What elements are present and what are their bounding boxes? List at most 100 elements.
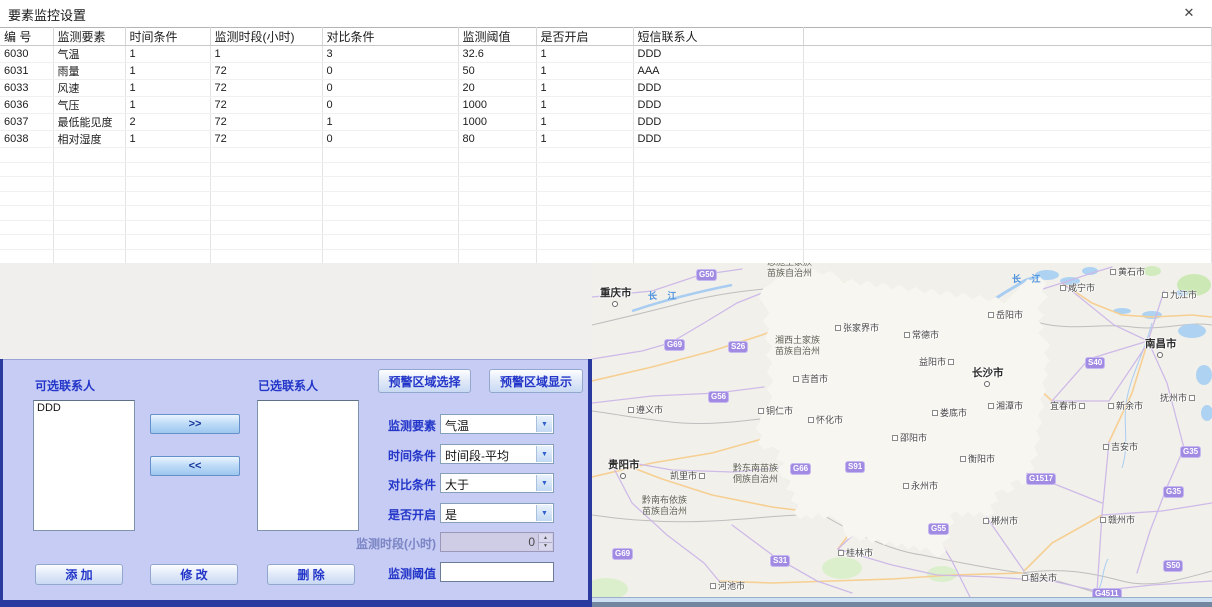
- add-button[interactable]: 添 加: [35, 564, 123, 585]
- road-badge: S26: [728, 341, 748, 353]
- page-title: 要素监控设置: [8, 5, 86, 24]
- river-label: 长 江: [648, 289, 681, 302]
- time-condition-select[interactable]: 时间段-平均 ▼: [440, 444, 554, 464]
- compare-condition-select[interactable]: 大于 ▼: [440, 473, 554, 493]
- city-marker-icon: [793, 376, 799, 382]
- column-header[interactable]: 短信联系人: [633, 28, 803, 46]
- move-left-button[interactable]: <<: [150, 456, 240, 476]
- city-dot-icon: [1157, 352, 1163, 358]
- map-city-label: 九江市: [1162, 288, 1197, 301]
- warning-area-show-button[interactable]: 预警区域显示: [489, 369, 583, 393]
- compare-condition-label: 对比条件: [337, 476, 436, 493]
- title-bar: 要素监控设置 ✕: [0, 0, 1212, 26]
- column-header[interactable]: 编 号: [0, 28, 53, 46]
- element-select[interactable]: 气温 ▼: [440, 414, 554, 434]
- city-marker-icon: [835, 325, 841, 331]
- road-badge: G66: [790, 463, 811, 475]
- table-row[interactable]: 6037最低能见度272110001DDD: [0, 114, 1212, 131]
- close-icon[interactable]: ✕: [1180, 4, 1198, 22]
- enabled-select[interactable]: 是 ▼: [440, 503, 554, 523]
- list-item[interactable]: DDD: [34, 402, 134, 415]
- modify-button[interactable]: 修 改: [150, 564, 238, 585]
- table-row[interactable]: [0, 220, 1212, 235]
- chevron-down-icon[interactable]: ▼: [536, 416, 552, 432]
- settings-panel: 可选联系人 已选联系人 DDD >> << 预警区域选择 预警区域显示 监测要素…: [0, 359, 592, 601]
- map-city-label: 桂林市: [838, 546, 873, 559]
- city-marker-icon: [1022, 575, 1028, 581]
- table-row[interactable]: [0, 249, 1212, 264]
- table-row[interactable]: 6036气压172010001DDD: [0, 97, 1212, 114]
- city-marker-icon: [758, 408, 764, 414]
- column-header[interactable]: [803, 28, 1212, 46]
- map-city-label: 吉安市: [1103, 440, 1138, 453]
- map-city-label: 新余市: [1108, 399, 1143, 412]
- map-city-label: 岳阳市: [988, 308, 1023, 321]
- chevron-down-icon[interactable]: ▼: [536, 446, 552, 462]
- panel-left-border: [0, 359, 3, 607]
- city-marker-icon: [838, 550, 844, 556]
- road-badge: G69: [664, 339, 685, 351]
- column-header[interactable]: 对比条件: [322, 28, 458, 46]
- map-city-label: 贵阳市: [608, 457, 640, 479]
- city-marker-icon: [948, 359, 954, 365]
- chevron-down-icon[interactable]: ▼: [536, 505, 552, 521]
- column-header[interactable]: 监测要素: [53, 28, 125, 46]
- river-label: 长 江: [1012, 272, 1045, 285]
- city-marker-icon: [1108, 403, 1114, 409]
- move-right-button[interactable]: >>: [150, 414, 240, 434]
- table-row[interactable]: [0, 162, 1212, 177]
- road-badge: G35: [1163, 486, 1184, 498]
- threshold-input[interactable]: [440, 562, 554, 582]
- map-city-label: 铜仁市: [758, 404, 793, 417]
- table-row[interactable]: [0, 206, 1212, 221]
- table-header-row: 编 号监测要素时间条件监测时段(小时)对比条件监测阈值是否开启短信联系人: [0, 28, 1212, 46]
- map-city-label: 黄石市: [1110, 265, 1145, 278]
- column-header[interactable]: 是否开启: [536, 28, 633, 46]
- map-city-label: 长沙市: [972, 365, 1004, 387]
- city-marker-icon: [988, 403, 994, 409]
- period-spinner: 0 ▲ ▼: [440, 532, 554, 552]
- road-badge: G50: [696, 269, 717, 281]
- table-row[interactable]: 6038相对湿度1720801DDD: [0, 131, 1212, 148]
- warning-area-select-button[interactable]: 预警区域选择: [378, 369, 471, 393]
- period-label: 监测时段(小时): [337, 535, 436, 552]
- table-row[interactable]: [0, 177, 1212, 192]
- map-city-label: 娄底市: [932, 406, 967, 419]
- map-area-label: 黔南布依族苗族自治州: [642, 495, 687, 517]
- contacts-available-listbox[interactable]: DDD: [33, 400, 135, 531]
- city-marker-icon: [699, 473, 705, 479]
- city-marker-icon: [1100, 517, 1106, 523]
- city-marker-icon: [628, 407, 634, 413]
- map[interactable]: 重庆市遵义市贵阳市凯里市河池市桂林市张家界市吉首市铜仁市怀化市常德市益阳市岳阳市…: [592, 263, 1212, 597]
- map-city-label: 赣州市: [1100, 513, 1135, 526]
- table-row[interactable]: 6033风速1720201DDD: [0, 80, 1212, 97]
- map-city-label: 韶关市: [1022, 571, 1057, 584]
- column-header[interactable]: 时间条件: [125, 28, 210, 46]
- column-header[interactable]: 监测阈值: [458, 28, 536, 46]
- table-row[interactable]: [0, 148, 1212, 163]
- delete-button[interactable]: 删 除: [267, 564, 355, 585]
- spinner-up-icon[interactable]: ▲: [539, 534, 552, 543]
- table-row[interactable]: 6030气温11332.61DDD: [0, 46, 1212, 63]
- map-labels-layer: 重庆市遵义市贵阳市凯里市河池市桂林市张家界市吉首市铜仁市怀化市常德市益阳市岳阳市…: [592, 263, 1212, 597]
- city-marker-icon: [710, 583, 716, 589]
- city-marker-icon: [960, 456, 966, 462]
- city-marker-icon: [1189, 395, 1195, 401]
- road-badge: G4511: [1092, 588, 1122, 597]
- contacts-selected-label: 已选联系人: [258, 377, 318, 394]
- spinner-down-icon[interactable]: ▼: [539, 543, 552, 551]
- map-city-label: 张家界市: [835, 321, 879, 334]
- city-dot-icon: [612, 301, 618, 307]
- map-city-label: 遵义市: [628, 403, 663, 416]
- city-marker-icon: [903, 483, 909, 489]
- column-header[interactable]: 监测时段(小时): [210, 28, 322, 46]
- map-city-label: 吉首市: [793, 372, 828, 385]
- city-marker-icon: [932, 410, 938, 416]
- table-row[interactable]: 6031雨量1720501AAA: [0, 63, 1212, 80]
- chevron-down-icon[interactable]: ▼: [536, 475, 552, 491]
- city-marker-icon: [983, 518, 989, 524]
- city-dot-icon: [984, 381, 990, 387]
- map-city-label: 郴州市: [983, 514, 1018, 527]
- table-row[interactable]: [0, 235, 1212, 250]
- table-row[interactable]: [0, 191, 1212, 206]
